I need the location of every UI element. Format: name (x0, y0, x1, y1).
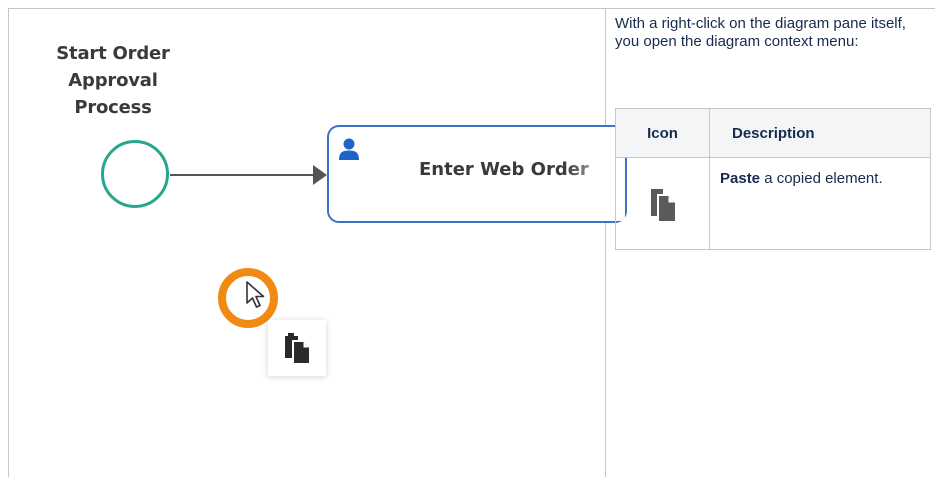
description-cell: Paste a copied element. (709, 157, 931, 250)
user-task[interactable]: Enter Web Order (327, 125, 627, 223)
start-event[interactable] (101, 140, 169, 208)
table-header-row: Icon Description (615, 108, 931, 158)
user-icon (339, 138, 359, 160)
table-row: Paste a copied element. (615, 157, 931, 250)
paste-icon[interactable] (282, 332, 312, 364)
diagram-context-menu (268, 320, 326, 376)
action-name: Paste (720, 170, 761, 187)
intro-paragraph: With a right-click on the diagram pane i… (615, 15, 906, 50)
icon-cell (615, 157, 710, 250)
task-label: Enter Web Order (419, 159, 589, 180)
header-icon: Icon (615, 108, 710, 158)
mouse-pointer-icon (246, 281, 265, 308)
sequence-flow[interactable] (170, 174, 320, 176)
header-description: Description (709, 108, 931, 158)
paste-icon (650, 189, 675, 221)
start-event-label: Start Order Approval Process (56, 43, 170, 118)
action-description: a copied element. (760, 170, 883, 187)
context-menu-table: Icon Description Paste a copied element. (615, 108, 931, 250)
sequence-flow-arrowhead (313, 165, 327, 185)
